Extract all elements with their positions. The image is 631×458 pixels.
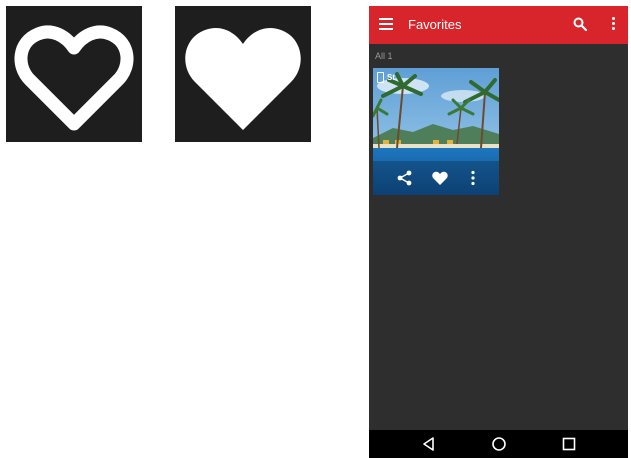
home-icon[interactable] <box>491 436 507 452</box>
app-bar: Favorites <box>369 6 628 44</box>
section-label: All 1 <box>375 51 393 61</box>
hamburger-menu-icon[interactable] <box>379 18 393 30</box>
heart-outline-icon <box>14 25 134 131</box>
item-action-bar <box>373 161 499 195</box>
photo-thumbnail[interactable]: St <box>373 68 499 195</box>
more-vert-icon[interactable] <box>464 169 482 187</box>
recents-icon[interactable] <box>561 436 577 452</box>
heart-icon[interactable] <box>431 169 449 187</box>
page-title: Favorites <box>408 17 462 32</box>
system-nav-bar <box>369 430 628 458</box>
back-icon[interactable] <box>421 436 437 452</box>
heart-filled-tile <box>175 6 311 142</box>
more-vert-icon[interactable] <box>610 15 616 35</box>
share-icon[interactable] <box>396 169 414 187</box>
phone-device-icon <box>377 72 384 83</box>
heart-filled-icon <box>185 27 301 130</box>
item-badge-text: St <box>387 73 395 82</box>
heart-outline-tile <box>6 6 142 142</box>
phone-screen: Favorites All 1 St <box>369 6 628 458</box>
item-badge: St <box>377 72 395 86</box>
search-icon[interactable] <box>573 17 587 31</box>
